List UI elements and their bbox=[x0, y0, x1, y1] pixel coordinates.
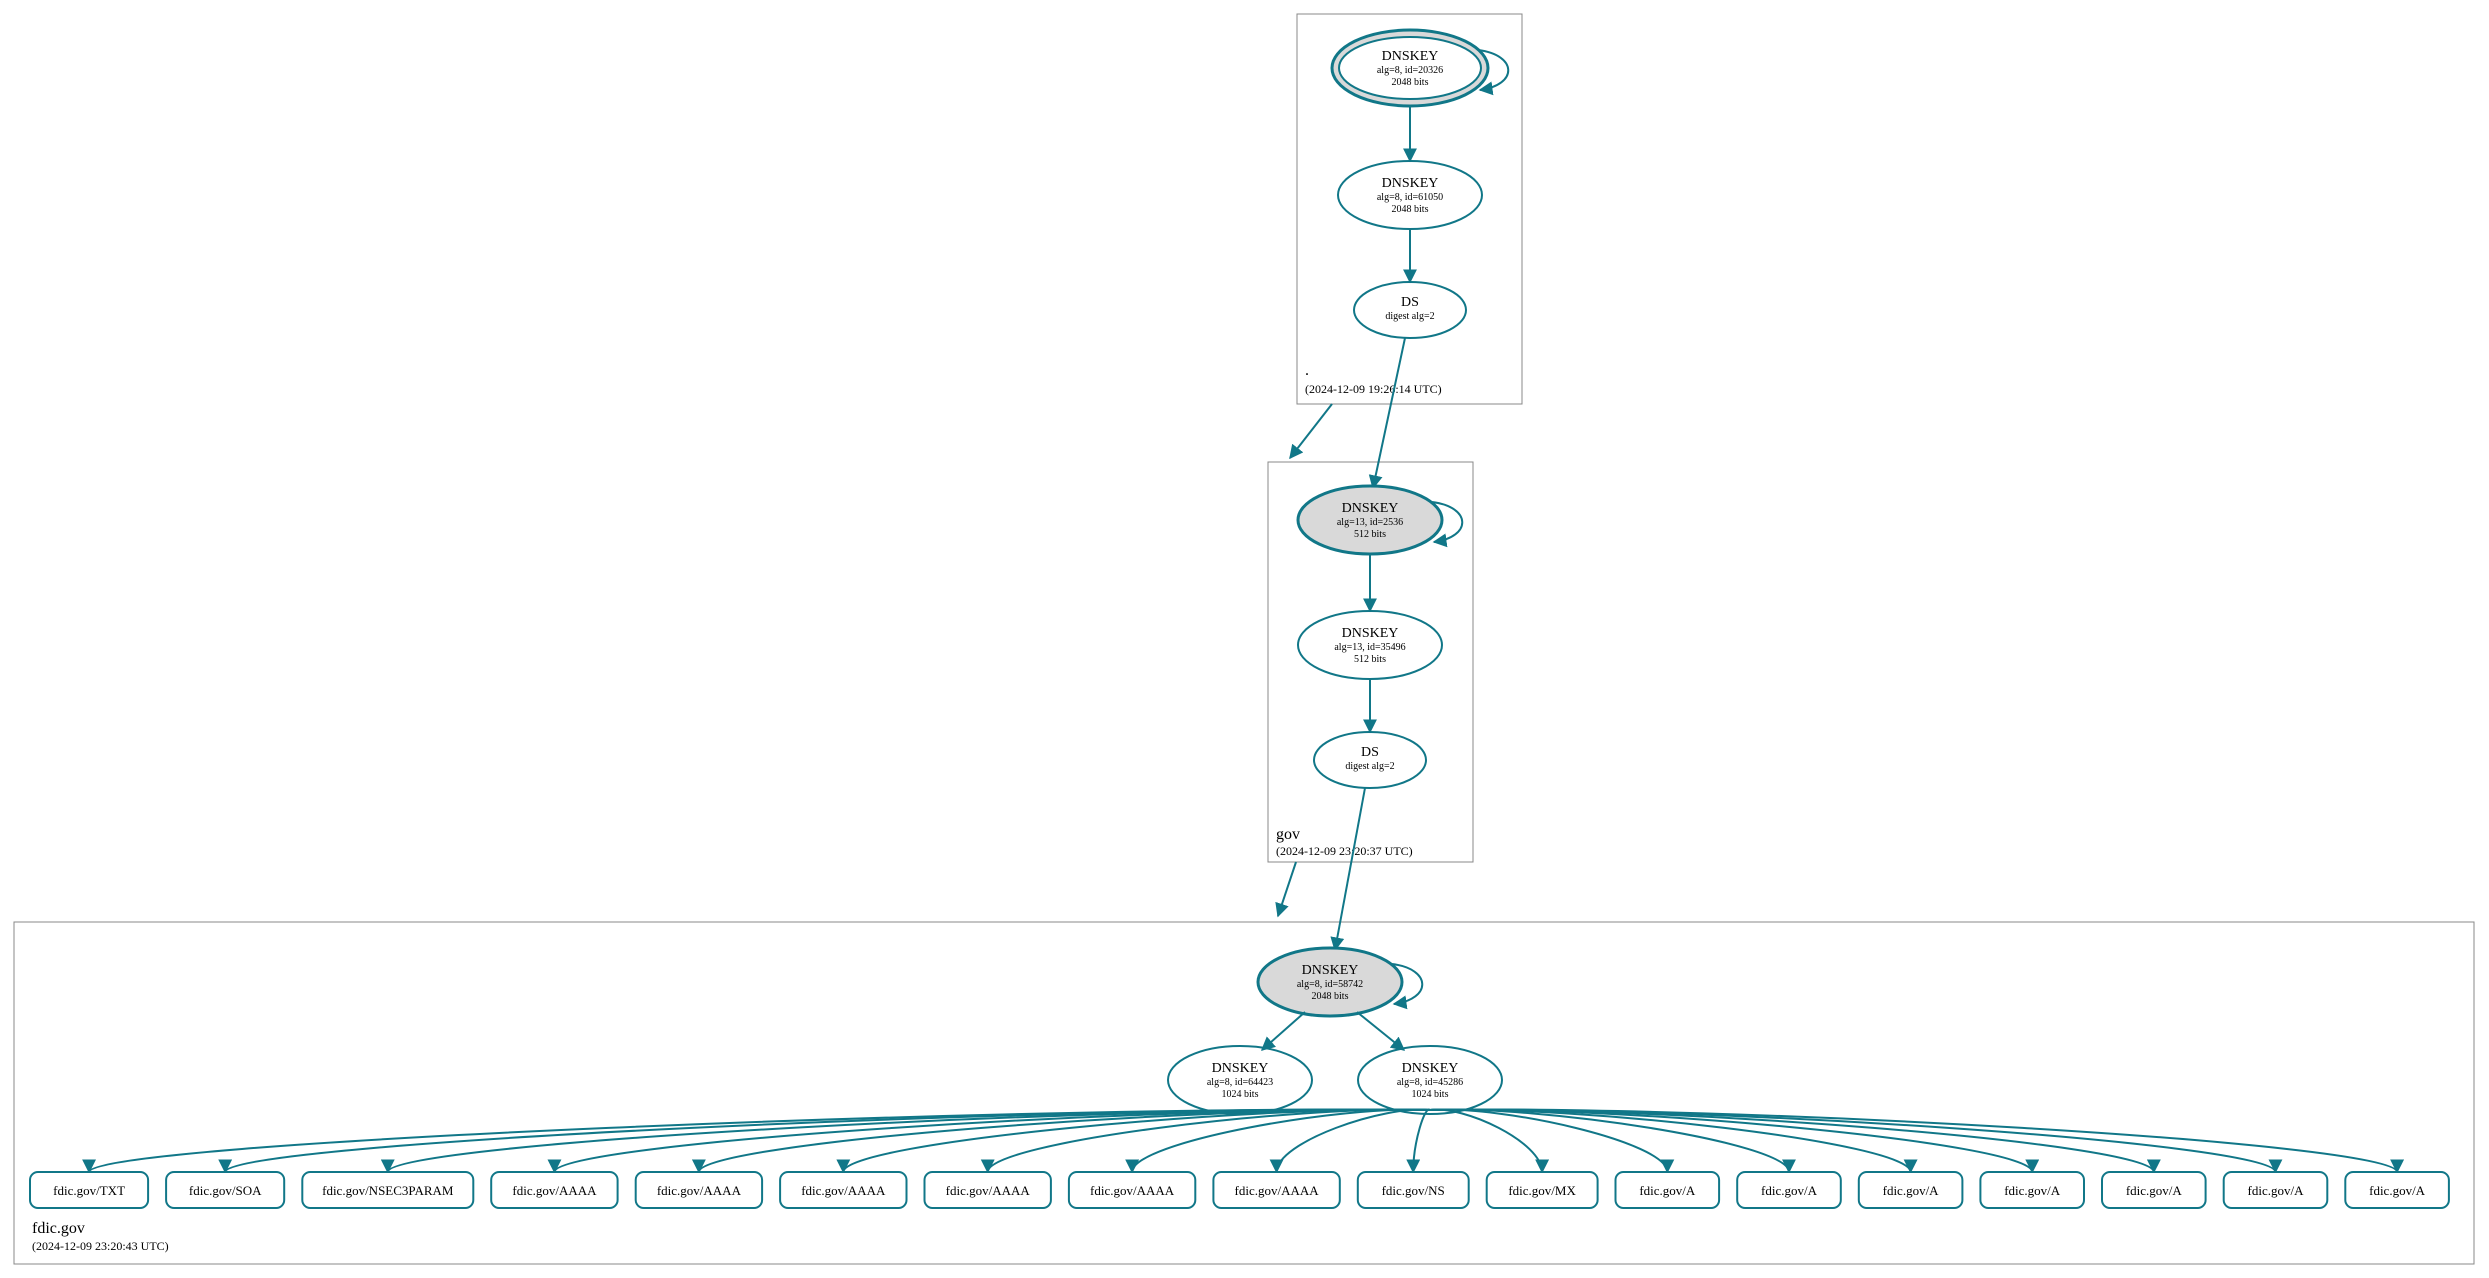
svg-text:alg=8, id=64423: alg=8, id=64423 bbox=[1207, 1077, 1273, 1088]
leaf-rrset-label: fdic.gov/NS bbox=[1382, 1183, 1445, 1198]
leaf-rrset-label: fdic.gov/AAAA bbox=[1235, 1183, 1320, 1198]
svg-text:alg=8, id=20326: alg=8, id=20326 bbox=[1377, 65, 1443, 76]
svg-text:DNSKEY: DNSKEY bbox=[1382, 176, 1439, 191]
svg-text:2048 bits: 2048 bits bbox=[1312, 991, 1349, 1002]
svg-text:DNSKEY: DNSKEY bbox=[1402, 1061, 1459, 1076]
leaf-rrset-label: fdic.gov/AAAA bbox=[512, 1183, 597, 1198]
svg-text:alg=13, id=35496: alg=13, id=35496 bbox=[1334, 642, 1405, 653]
zone-root-label: . bbox=[1305, 362, 1309, 379]
root-ds-node: DS digest alg=2 bbox=[1354, 282, 1466, 338]
svg-text:DS: DS bbox=[1361, 745, 1379, 760]
zone-fdic-timestamp: (2024-12-09 23:20:43 UTC) bbox=[32, 1239, 169, 1253]
leaf-rrset-label: fdic.gov/AAAA bbox=[1090, 1183, 1175, 1198]
root-zsk-node: DNSKEY alg=8, id=61050 2048 bits bbox=[1338, 161, 1482, 229]
svg-text:512 bits: 512 bits bbox=[1354, 654, 1386, 665]
fdic-zskA-node: DNSKEY alg=8, id=64423 1024 bits bbox=[1168, 1046, 1312, 1114]
leaf-rrset-label: fdic.gov/A bbox=[2248, 1183, 2305, 1198]
svg-text:alg=8, id=58742: alg=8, id=58742 bbox=[1297, 979, 1363, 990]
zone-root-timestamp: (2024-12-09 19:26:14 UTC) bbox=[1305, 382, 1442, 396]
zone-gov-timestamp: (2024-12-09 23:20:37 UTC) bbox=[1276, 844, 1413, 858]
gov-zsk-node: DNSKEY alg=13, id=35496 512 bits bbox=[1298, 611, 1442, 679]
leaf-rrset-label: fdic.gov/AAAA bbox=[946, 1183, 1031, 1198]
leaf-rrset-label: fdic.gov/AAAA bbox=[801, 1183, 886, 1198]
svg-text:1024 bits: 1024 bits bbox=[1412, 1089, 1449, 1100]
svg-text:DNSKEY: DNSKEY bbox=[1342, 626, 1399, 641]
leaf-rrset-label: fdic.gov/A bbox=[2369, 1183, 2426, 1198]
zone-gov: gov (2024-12-09 23:20:37 UTC) DNSKEY alg… bbox=[1268, 338, 1473, 862]
leaf-rrset-label: fdic.gov/NSEC3PARAM bbox=[322, 1183, 454, 1198]
svg-text:2048 bits: 2048 bits bbox=[1392, 204, 1429, 215]
leaf-rrset-label: fdic.gov/TXT bbox=[53, 1183, 125, 1198]
svg-text:512 bits: 512 bits bbox=[1354, 529, 1386, 540]
svg-text:1024 bits: 1024 bits bbox=[1222, 1089, 1259, 1100]
leaf-rrset-label: fdic.gov/A bbox=[1761, 1183, 1818, 1198]
leaf-rrset-label: fdic.gov/A bbox=[2126, 1183, 2183, 1198]
dnssec-graph: . (2024-12-09 19:26:14 UTC) DNSKEY alg=8… bbox=[0, 0, 2489, 1278]
svg-text:alg=8, id=61050: alg=8, id=61050 bbox=[1377, 192, 1443, 203]
svg-text:DNSKEY: DNSKEY bbox=[1342, 501, 1399, 516]
svg-text:digest alg=2: digest alg=2 bbox=[1385, 311, 1434, 322]
edge-sign bbox=[1430, 1110, 1542, 1172]
svg-text:DNSKEY: DNSKEY bbox=[1302, 963, 1359, 978]
gov-ds-node: DS digest alg=2 bbox=[1314, 732, 1426, 788]
zone-fdic-label: fdic.gov bbox=[32, 1220, 85, 1237]
svg-text:DNSKEY: DNSKEY bbox=[1212, 1061, 1269, 1076]
leaf-rrset-label: fdic.gov/A bbox=[2004, 1183, 2061, 1198]
leaf-rrset-label: fdic.gov/SOA bbox=[189, 1183, 262, 1198]
svg-text:alg=8, id=45286: alg=8, id=45286 bbox=[1397, 1077, 1463, 1088]
zone-root: . (2024-12-09 19:26:14 UTC) DNSKEY alg=8… bbox=[1297, 14, 1522, 404]
edge-sign bbox=[1413, 1110, 1430, 1172]
zone-gov-label: gov bbox=[1276, 826, 1300, 843]
leaf-rrset-label: fdic.gov/A bbox=[1883, 1183, 1940, 1198]
svg-text:2048 bits: 2048 bits bbox=[1392, 77, 1429, 88]
zone-fdic: fdic.gov (2024-12-09 23:20:43 UTC) DNSKE… bbox=[14, 788, 2474, 1264]
leaf-rrset-label: fdic.gov/AAAA bbox=[657, 1183, 742, 1198]
svg-text:digest alg=2: digest alg=2 bbox=[1345, 761, 1394, 772]
svg-text:DS: DS bbox=[1401, 295, 1419, 310]
leaf-rrset-label: fdic.gov/MX bbox=[1508, 1183, 1576, 1198]
fdic-zskB-node: DNSKEY alg=8, id=45286 1024 bits bbox=[1358, 1046, 1502, 1114]
svg-text:alg=13, id=2536: alg=13, id=2536 bbox=[1337, 517, 1403, 528]
fdic-ksk-node: DNSKEY alg=8, id=58742 2048 bits bbox=[1258, 948, 1402, 1016]
leaf-rrset-label: fdic.gov/A bbox=[1639, 1183, 1696, 1198]
root-ksk-node: DNSKEY alg=8, id=20326 2048 bits bbox=[1332, 30, 1488, 106]
gov-ksk-node: DNSKEY alg=13, id=2536 512 bits bbox=[1298, 486, 1442, 554]
svg-text:DNSKEY: DNSKEY bbox=[1382, 49, 1439, 64]
